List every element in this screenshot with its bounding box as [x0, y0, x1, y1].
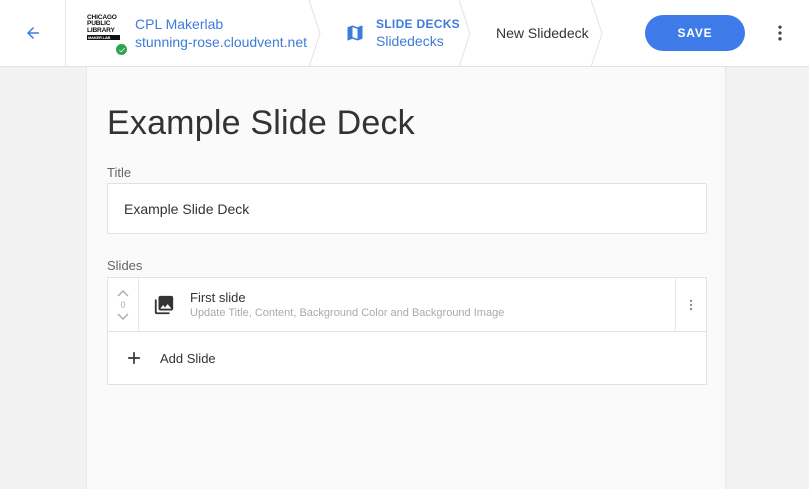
org-domain[interactable]: stunning-rose.cloudvent.net — [135, 33, 307, 51]
breadcrumb-org[interactable]: CHICAGO PUBLIC LIBRARY MAKER LAB CPL Mak… — [66, 0, 321, 67]
top-bar: CHICAGO PUBLIC LIBRARY MAKER LAB CPL Mak… — [0, 0, 809, 67]
slide-menu-button[interactable] — [675, 278, 706, 331]
slide-description: Update Title, Content, Background Color … — [190, 306, 505, 319]
image-icon — [154, 295, 174, 314]
move-down-button[interactable] — [116, 312, 130, 322]
current-page-label: New Slidedeck — [496, 25, 589, 41]
page-title: Example Slide Deck — [107, 104, 415, 142]
chevron-down-icon — [117, 313, 129, 320]
check-icon — [115, 43, 128, 56]
section-name[interactable]: Slidedecks — [376, 32, 460, 50]
chevron-up-icon — [117, 289, 129, 296]
breadcrumb-current: New Slidedeck — [470, 0, 603, 67]
breadcrumb-slide-decks[interactable]: SLIDE DECKS Slidedecks — [320, 0, 471, 67]
plus-icon — [128, 352, 140, 364]
slides-label: Slides — [107, 258, 143, 273]
move-up-button[interactable] — [116, 288, 130, 298]
more-vert-icon — [689, 299, 693, 310]
add-slide-label: Add Slide — [160, 350, 216, 366]
section-category: SLIDE DECKS — [376, 17, 460, 31]
org-name[interactable]: CPL Makerlab — [135, 15, 307, 33]
slide-order: 0 — [120, 299, 126, 310]
arrow-left-icon — [26, 27, 39, 39]
map-icon — [347, 25, 363, 41]
title-input[interactable] — [107, 183, 707, 234]
more-options-button[interactable] — [768, 20, 792, 46]
back-button[interactable] — [0, 0, 66, 67]
slide-title: First slide — [190, 289, 246, 305]
org-logo: CHICAGO PUBLIC LIBRARY MAKER LAB — [87, 14, 128, 56]
editor-card: Example Slide Deck Title Slides 0 First … — [86, 67, 726, 489]
save-button[interactable]: SAVE — [645, 15, 745, 51]
breadcrumb-separator — [591, 0, 603, 67]
reorder-controls: 0 — [108, 278, 139, 331]
add-slide-button[interactable]: Add Slide — [108, 332, 706, 384]
slides-list: 0 First slide Update Title, Content, Bac… — [107, 277, 707, 385]
logo-line: LIBRARY — [87, 26, 115, 34]
list-item: 0 First slide Update Title, Content, Bac… — [108, 278, 706, 332]
title-label: Title — [107, 165, 132, 180]
logo-bar: MAKER LAB — [87, 35, 120, 41]
more-vert-icon — [778, 25, 782, 41]
slide-item-first[interactable]: First slide Update Title, Content, Backg… — [139, 278, 675, 331]
